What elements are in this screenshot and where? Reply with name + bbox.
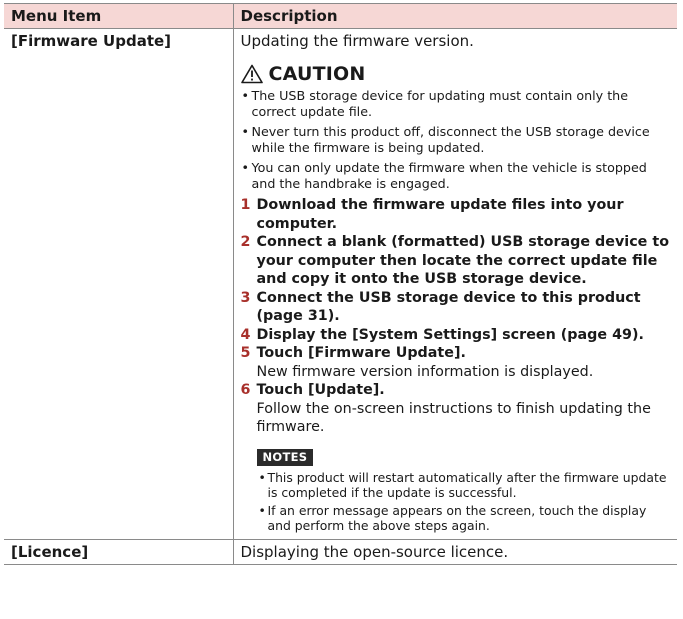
row-item-cell: [Firmware Update]: [4, 28, 233, 540]
step-item: 1 Download the firmware update files into…: [241, 196, 671, 233]
step-item: 4 Display the [System Settings] screen (p…: [241, 326, 671, 345]
caution-text: You can only update the firmware when th…: [251, 160, 647, 191]
step-item: 6 Touch [Update]. Follow the on-screen ins…: [241, 381, 671, 437]
bullet-icon: •: [241, 88, 249, 103]
caution-text: Never turn this product off, disconnect …: [251, 124, 650, 155]
table-row-licence: [Licence] Displaying the open-source lic…: [4, 539, 677, 565]
step-list: 1 Download the firmware update files into…: [241, 196, 671, 437]
step-text: Touch [Update].: [256, 382, 385, 398]
step-text: Connect the USB storage device to this p…: [256, 289, 641, 325]
caution-heading: CAUTION: [240, 63, 671, 85]
row-description-cell: Displaying the open-source licence.: [232, 539, 677, 565]
step-text: Download the firmware update files into …: [256, 197, 624, 232]
notes-section: NOTES • This product will restart automat…: [256, 447, 671, 533]
note-item: • If an error message appears on the scre…: [257, 503, 671, 533]
step-item: 2 Connect a blank (formatted) USB storage…: [241, 233, 671, 289]
step-text: Connect a blank (formatted) USB storage …: [256, 234, 670, 287]
note-item: • This product will restart automatically…: [257, 470, 671, 500]
caution-title: CAUTION: [268, 63, 366, 85]
description-text: Updating the firmware version.: [240, 32, 474, 50]
menu-item-label: [Firmware Update]: [11, 32, 172, 50]
page: Menu Item Description [Firmware Update] …: [4, 3, 677, 565]
step-item: 3 Connect the USB storage device to this …: [241, 289, 671, 326]
caution-item: • The USB storage device for updating mus…: [241, 88, 671, 120]
step-item: 5 Touch [Firmware Update]. New firmware ve…: [241, 344, 671, 381]
settings-table: Menu Item Description [Firmware Update] …: [4, 3, 677, 565]
step-number: 3: [240, 289, 251, 306]
caution-list: • The USB storage device for updating mus…: [241, 88, 671, 192]
notes-badge: NOTES: [256, 448, 314, 466]
caution-item: • Never turn this product off, disconnect…: [241, 124, 671, 156]
bullet-icon: •: [241, 160, 249, 175]
caution-item: • You can only update the firmware when t…: [241, 160, 671, 192]
note-text: If an error message appears on the scree…: [267, 502, 647, 533]
table-row-firmware-update: [Firmware Update] Updating the firmware …: [4, 28, 677, 540]
warning-triangle-icon: [240, 64, 263, 84]
bullet-icon: •: [258, 469, 266, 485]
step-subtext: New firmware version information is disp…: [256, 363, 594, 380]
table-header-row: Menu Item Description: [4, 3, 677, 29]
step-number: 2: [240, 234, 251, 250]
caution-text: The USB storage device for updating must…: [251, 88, 629, 119]
row-description-cell: Updating the firmware version. CAUTION •…: [232, 28, 677, 540]
step-number: 4: [240, 326, 251, 343]
step-number: 5: [240, 345, 251, 361]
step-number: 1: [240, 197, 251, 213]
description-text: Displaying the open-source licence.: [240, 542, 509, 561]
header-menu-item: Menu Item: [4, 3, 233, 29]
notes-list: • This product will restart automatically…: [257, 470, 671, 533]
step-number: 6: [240, 382, 251, 398]
step-subtext: Follow the on-screen instructions to fin…: [256, 400, 651, 436]
menu-item-label: [Licence]: [11, 542, 89, 561]
row-item-cell: [Licence]: [4, 539, 233, 565]
step-text: Touch [Firmware Update].: [256, 345, 466, 361]
bullet-icon: •: [241, 124, 249, 139]
step-text: Display the [System Settings] screen (pa…: [256, 326, 644, 343]
bullet-icon: •: [258, 502, 266, 518]
note-text: This product will restart automatically …: [267, 469, 667, 500]
header-description: Description: [232, 3, 677, 29]
